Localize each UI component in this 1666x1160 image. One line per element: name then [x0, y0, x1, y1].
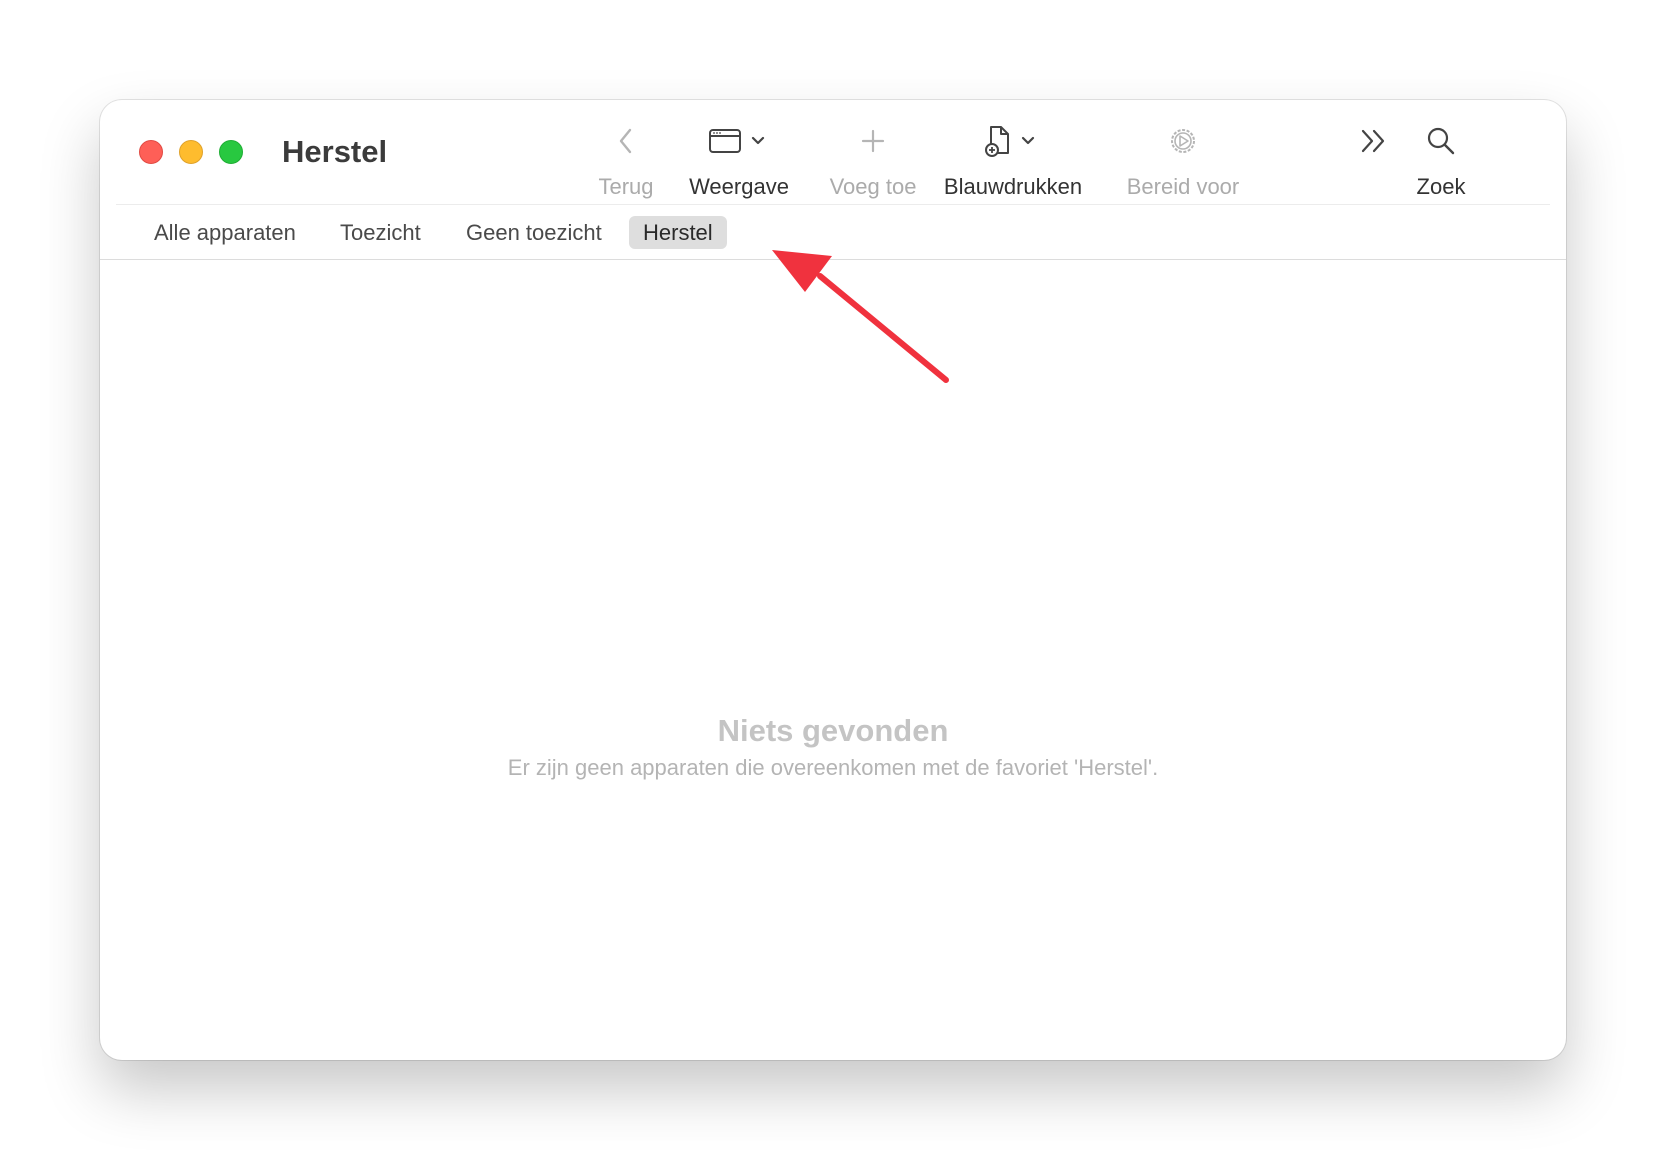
maximize-window-button[interactable]	[219, 140, 243, 164]
tab-all-devices[interactable]: Alle apparaten	[140, 216, 310, 249]
gear-play-icon	[1166, 122, 1200, 160]
tab-supervised[interactable]: Toezicht	[326, 216, 435, 249]
window-title: Herstel	[282, 134, 388, 169]
tab-recovery[interactable]: Herstel	[629, 216, 727, 249]
view-label: Weergave	[689, 174, 789, 199]
view-button[interactable]: Weergave	[684, 122, 794, 202]
back-label: Terug	[598, 174, 654, 199]
favorites-bar: Alle apparaten Toezicht Geen toezicht He…	[100, 205, 1566, 260]
double-chevron-right-icon	[1357, 122, 1391, 160]
close-window-button[interactable]	[139, 140, 163, 164]
prepare-label: Bereid voor	[1126, 174, 1240, 199]
device-list-area: Niets gevonden Er zijn geen apparaten di…	[100, 260, 1566, 1060]
search-label: Zoek	[1416, 174, 1466, 199]
search-button[interactable]: Zoek	[1406, 122, 1476, 202]
app-window: Herstel Terug Weergave Voeg toe Blauwdru…	[100, 100, 1566, 1060]
plus-icon	[858, 122, 888, 160]
search-icon	[1425, 122, 1457, 160]
tab-unsupervised[interactable]: Geen toezicht	[452, 216, 616, 249]
prepare-button[interactable]: Bereid voor	[1116, 122, 1250, 202]
minimize-window-button[interactable]	[179, 140, 203, 164]
add-label: Voeg toe	[829, 174, 917, 199]
add-button[interactable]: Voeg toe	[818, 122, 928, 202]
toolbar: Herstel Terug Weergave Voeg toe Blauwdru…	[100, 100, 1566, 205]
blueprint-document-icon	[981, 122, 1045, 160]
more-toolbar-items-button[interactable]	[1352, 122, 1396, 202]
window-view-icon	[707, 122, 771, 160]
chevron-left-icon	[616, 122, 636, 160]
empty-state-message: Er zijn geen apparaten die overeenkomen …	[507, 755, 1159, 780]
blueprints-button[interactable]: Blauwdrukken	[938, 122, 1088, 202]
empty-state-title: Niets gevonden	[717, 713, 949, 748]
blueprints-label: Blauwdrukken	[943, 174, 1083, 199]
back-button[interactable]: Terug	[586, 122, 666, 202]
